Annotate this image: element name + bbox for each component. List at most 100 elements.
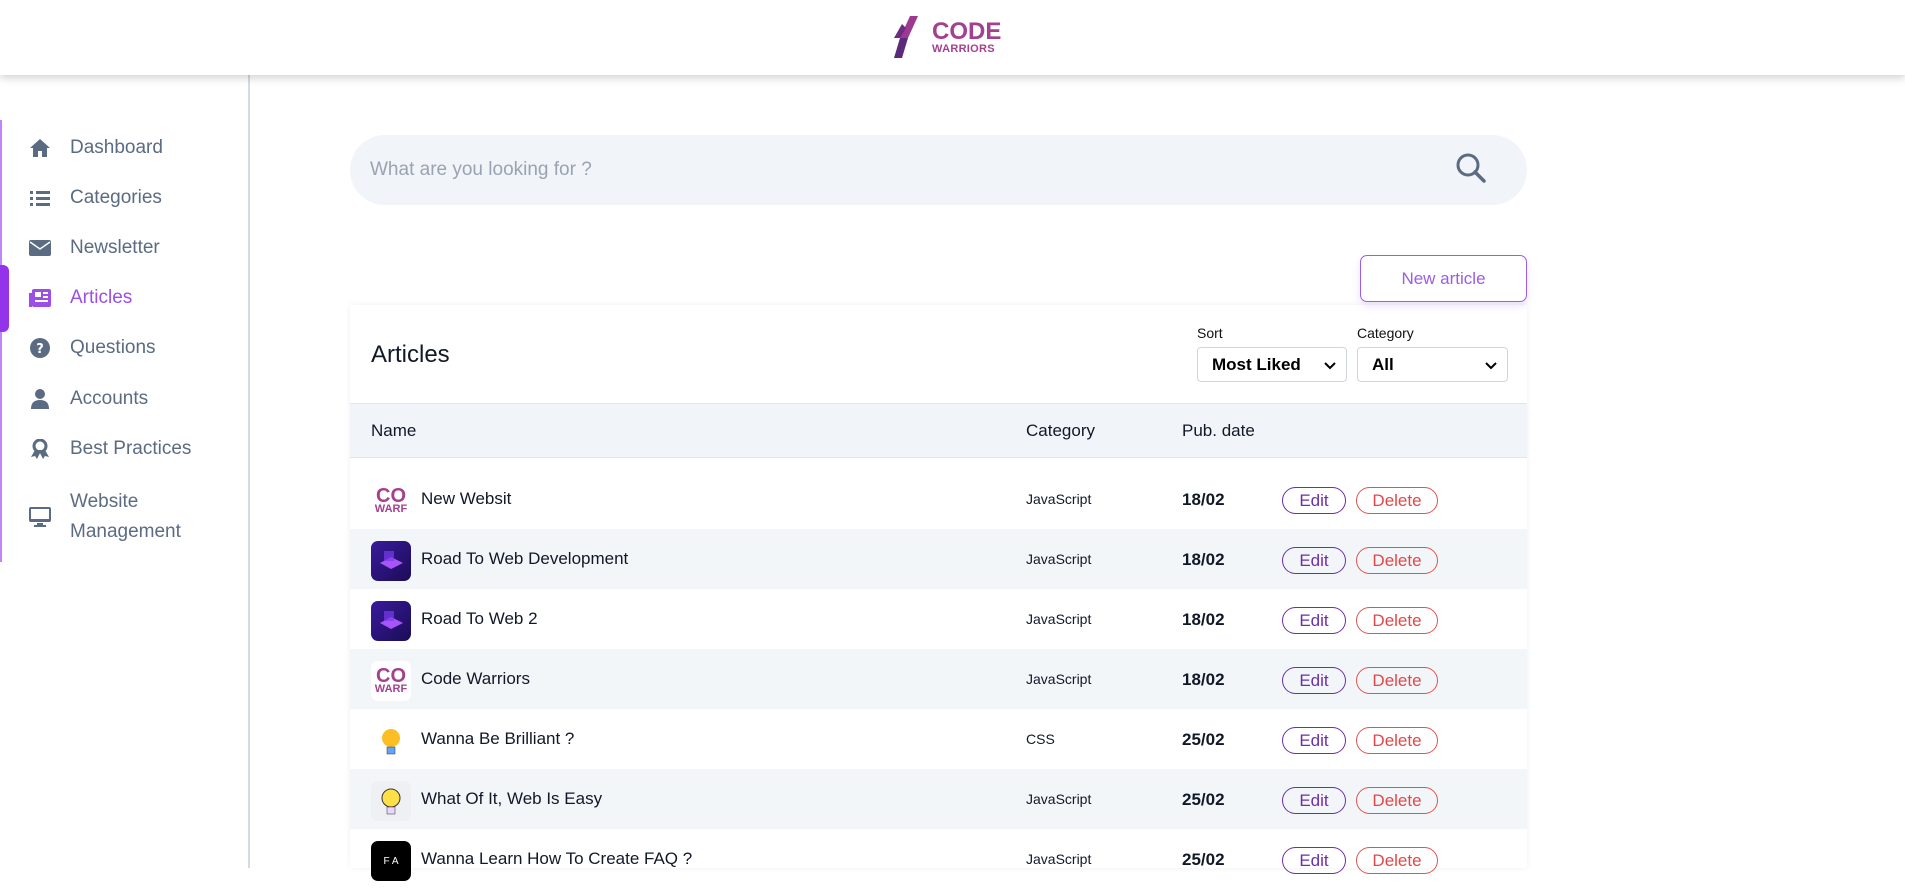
- sidebar-item-dashboard[interactable]: Dashboard: [28, 136, 163, 160]
- article-category: JavaScript: [1026, 791, 1092, 807]
- thumb-text: WARF: [374, 683, 408, 696]
- article-name[interactable]: New Websit: [421, 489, 511, 509]
- article-thumbnail: [371, 541, 411, 581]
- sidebar-item-website-management[interactable]: Website Management: [28, 487, 181, 547]
- article-date: 18/02: [1182, 490, 1225, 509]
- delete-button[interactable]: Delete: [1356, 487, 1438, 514]
- envelope-icon: [28, 236, 52, 260]
- home-icon: [28, 136, 52, 160]
- table-row: Road To Web 2 JavaScript 18/02 Edit Dele…: [350, 589, 1527, 649]
- sort-select[interactable]: Most Liked: [1197, 347, 1347, 382]
- delete-button[interactable]: Delete: [1356, 847, 1438, 874]
- article-thumbnail: F A: [371, 841, 411, 881]
- sidebar-item-label: Newsletter: [70, 237, 160, 258]
- article-category: JavaScript: [1026, 671, 1092, 687]
- new-article-button[interactable]: New article: [1360, 255, 1527, 302]
- article-category: JavaScript: [1026, 851, 1092, 867]
- article-date: 25/02: [1182, 730, 1225, 749]
- edit-button[interactable]: Edit: [1282, 667, 1346, 694]
- article-category: JavaScript: [1026, 611, 1092, 627]
- logo-text: CODE: [932, 17, 1002, 45]
- edit-button[interactable]: Edit: [1282, 727, 1346, 754]
- lightbulb-icon: [381, 788, 401, 815]
- delete-button[interactable]: Delete: [1356, 667, 1438, 694]
- edit-button[interactable]: Edit: [1282, 787, 1346, 814]
- search-bar[interactable]: What are you looking for ?: [350, 135, 1527, 205]
- article-thumbnail: [371, 721, 411, 761]
- edit-button[interactable]: Edit: [1282, 847, 1346, 874]
- lightbulb-icon: [382, 729, 400, 755]
- table-row: Road To Web Development JavaScript 18/02…: [350, 529, 1527, 589]
- category-label: Category: [1357, 325, 1414, 341]
- sidebar-item-label: Accounts: [70, 388, 149, 409]
- table-row: CO WARF New Websit JavaScript 18/02 Edit …: [350, 469, 1527, 529]
- article-category: JavaScript: [1026, 551, 1092, 567]
- article-category: JavaScript: [1026, 491, 1092, 507]
- search-icon[interactable]: [1455, 152, 1487, 189]
- column-header-date: Pub. date: [1182, 421, 1255, 440]
- edit-button[interactable]: Edit: [1282, 607, 1346, 634]
- delete-button[interactable]: Delete: [1356, 787, 1438, 814]
- sort-label: Sort: [1197, 325, 1223, 341]
- chevron-down-icon: [1324, 355, 1336, 375]
- table-row: F A Wanna Learn How To Create FAQ ? Java…: [350, 829, 1527, 889]
- search-input[interactable]: What are you looking for ?: [370, 159, 1455, 181]
- delete-button[interactable]: Delete: [1356, 547, 1438, 574]
- article-date: 18/02: [1182, 550, 1225, 569]
- delete-button[interactable]: Delete: [1356, 607, 1438, 634]
- newspaper-icon: [28, 286, 52, 310]
- article-thumbnail: [371, 601, 411, 641]
- desktop-icon: [28, 505, 52, 529]
- column-header-category: Category: [1026, 421, 1095, 440]
- sidebar-item-label: Website: [70, 491, 139, 512]
- article-category: CSS: [1026, 731, 1055, 747]
- thumb-text: F A: [383, 855, 399, 867]
- sidebar-item-categories[interactable]: Categories: [28, 186, 162, 210]
- sidebar-item-newsletter[interactable]: Newsletter: [28, 236, 160, 260]
- article-name[interactable]: What Of It, Web Is Easy: [421, 789, 602, 809]
- article-date: 18/02: [1182, 670, 1225, 689]
- laptop-icon: [380, 551, 403, 569]
- code-warriors-logo[interactable]: CODE WARRIORS: [890, 14, 1001, 60]
- sidebar-item-label: Categories: [70, 187, 162, 208]
- articles-title: Articles: [371, 341, 450, 368]
- sidebar-item-label: Articles: [70, 287, 133, 308]
- article-name[interactable]: Wanna Be Brilliant ?: [421, 729, 574, 749]
- active-indicator: [0, 265, 9, 332]
- sidebar-item-label: Management: [70, 521, 181, 542]
- article-name[interactable]: Road To Web 2: [421, 609, 538, 629]
- edit-button[interactable]: Edit: [1282, 547, 1346, 574]
- article-date: 25/02: [1182, 850, 1225, 869]
- chevron-down-icon: [1485, 355, 1497, 375]
- sidebar-item-articles[interactable]: Articles: [28, 286, 132, 310]
- list-icon: [28, 186, 52, 210]
- thumb-text: WARF: [374, 503, 408, 516]
- svg-text:?: ?: [36, 342, 44, 357]
- delete-button[interactable]: Delete: [1356, 727, 1438, 754]
- sidebar-item-questions[interactable]: ? Questions: [28, 336, 156, 360]
- user-icon: [28, 387, 52, 411]
- articles-card: Articles Sort Most Liked Category All Na…: [350, 305, 1527, 881]
- logo-subtext: WARRIORS: [932, 42, 995, 55]
- category-select[interactable]: All: [1357, 347, 1508, 382]
- table-row: CO WARF Code Warriors JavaScript 18/02 Ed…: [350, 649, 1527, 709]
- article-name[interactable]: Code Warriors: [421, 669, 530, 689]
- table-row: What Of It, Web Is Easy JavaScript 25/02…: [350, 769, 1527, 829]
- sidebar-item-label: Questions: [70, 337, 156, 358]
- article-name[interactable]: Road To Web Development: [421, 549, 628, 569]
- article-thumbnail: CO WARF: [371, 661, 411, 701]
- sidebar-item-label: Best Practices: [70, 438, 192, 459]
- sidebar-item-accounts[interactable]: Accounts: [28, 387, 148, 411]
- question-circle-icon: ?: [28, 336, 52, 360]
- sidebar-accent-line: [0, 120, 2, 562]
- article-name[interactable]: Wanna Learn How To Create FAQ ?: [421, 849, 692, 869]
- article-date: 18/02: [1182, 610, 1225, 629]
- sidebar-item-best-practices[interactable]: Best Practices: [28, 437, 191, 461]
- logo-chevrons-icon: [894, 16, 918, 58]
- article-thumbnail: CO WARF: [371, 481, 411, 521]
- top-header: CODE WARRIORS: [0, 0, 1905, 75]
- sort-value: Most Liked: [1212, 354, 1301, 374]
- edit-button[interactable]: Edit: [1282, 487, 1346, 514]
- award-icon: [28, 437, 52, 461]
- table-row: Wanna Be Brilliant ? CSS 25/02 Edit Dele…: [350, 709, 1527, 769]
